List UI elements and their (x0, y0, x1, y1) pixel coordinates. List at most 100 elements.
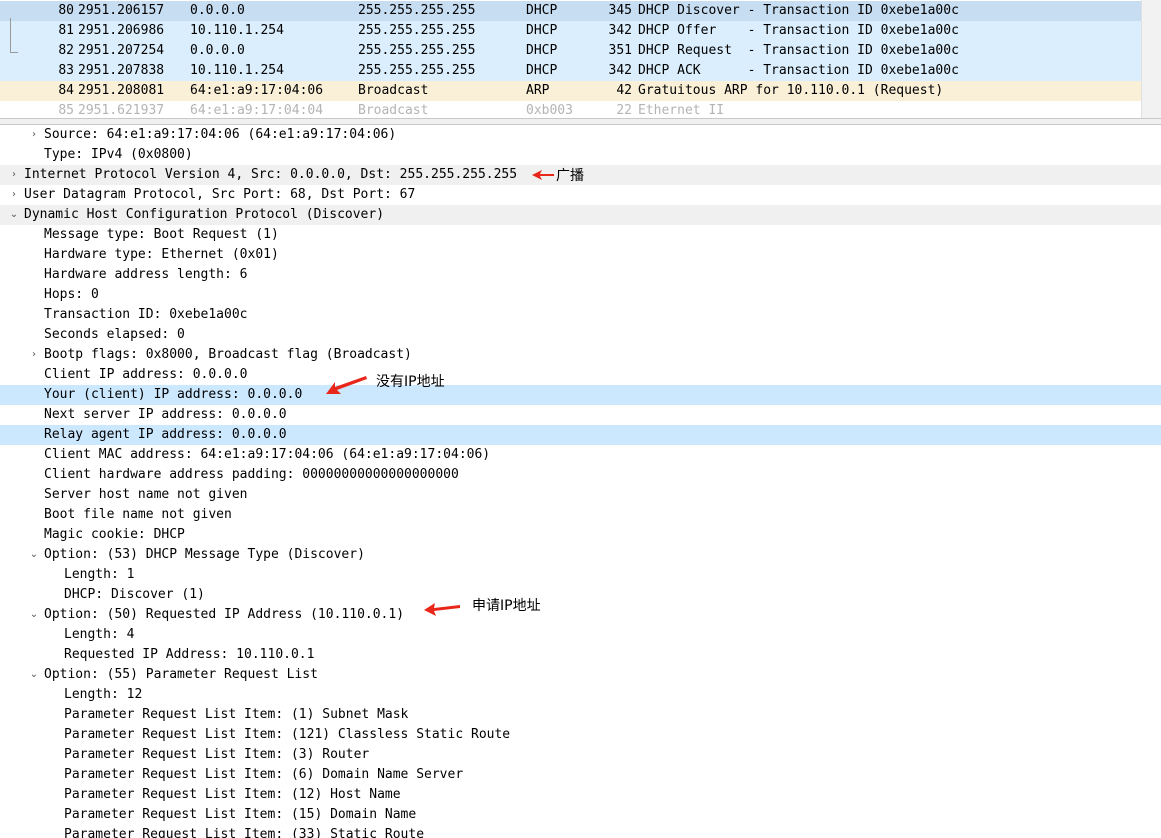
packet-list-scrollbar[interactable] (1141, 0, 1161, 118)
tree-row[interactable]: Parameter Request List Item: (33) Static… (0, 825, 1161, 838)
packet-row[interactable]: 82 2951.207254 0.0.0.0 255.255.255.255 DHCP 3… (0, 41, 1141, 61)
tree-row-text: Option: (53) DHCP Message Type (Discover… (44, 547, 365, 562)
tree-row[interactable]: Length: 4 (0, 625, 1161, 645)
annotation-arrow-request-ip-icon (424, 603, 460, 616)
tree-row[interactable]: Next server IP address: 0.0.0.0 (0, 405, 1161, 425)
tree-row[interactable]: Parameter Request List Item: (15) Domain… (0, 805, 1161, 825)
packet-cell-time: 2951.206157 (78, 3, 165, 18)
tree-row[interactable]: Requested IP Address: 10.110.0.1 (0, 645, 1161, 665)
tree-row[interactable]: Message type: Boot Request (1) (0, 225, 1161, 245)
packet-details-tree[interactable]: › Source: 64:e1:a9:17:04:06 (64:e1:a9:17:… (0, 125, 1161, 838)
collapse-arrow-icon[interactable]: ⌄ (28, 665, 40, 685)
packet-cell-len: 342 (608, 63, 632, 78)
tree-row-text: Relay agent IP address: 0.0.0.0 (44, 427, 287, 442)
tree-row[interactable]: Parameter Request List Item: (121) Class… (0, 725, 1161, 745)
tree-row-text: Internet Protocol Version 4, Src: 0.0.0.… (24, 167, 518, 182)
expand-arrow-icon[interactable]: › (28, 125, 40, 145)
tree-row[interactable]: Transaction ID: 0xebe1a00c (0, 305, 1161, 325)
packet-cell-info: DHCP Request - Transaction ID 0xebe1a00c (638, 43, 959, 58)
expand-arrow-icon[interactable]: › (8, 185, 20, 205)
tree-row[interactable]: Hardware type: Ethernet (0x01) (0, 245, 1161, 265)
tree-row[interactable]: Parameter Request List Item: (3) Router (0, 745, 1161, 765)
tree-row-text: Parameter Request List Item: (15) Domain… (64, 807, 417, 822)
packet-cell-src: 10.110.1.254 (190, 23, 284, 38)
packet-row[interactable]: 81 2951.206986 10.110.1.254 255.255.255.255… (0, 21, 1141, 41)
packet-cell-proto: DHCP (526, 63, 558, 78)
tree-row[interactable]: Magic cookie: DHCP (0, 525, 1161, 545)
tree-row[interactable]: Parameter Request List Item: (6) Domain … (0, 765, 1161, 785)
packet-row[interactable]: 84 2951.208081 64:e1:a9:17:04:06 Broadcast A… (0, 81, 1141, 101)
tree-row[interactable]: › User Datagram Protocol, Src Port: 68, D… (0, 185, 1161, 205)
tree-row[interactable]: Boot file name not given (0, 505, 1161, 525)
tree-row[interactable]: Hops: 0 (0, 285, 1161, 305)
tree-row[interactable]: ⌄ Option: (50) Requested IP Address (10.1… (0, 605, 1161, 625)
tree-row-text: Message type: Boot Request (1) (44, 227, 279, 242)
packet-row[interactable]: 85 2951.621937 64:e1:a9:17:04:04 Broadcast 0… (0, 101, 1141, 118)
packet-cell-time: 2951.207838 (78, 63, 165, 78)
tree-row[interactable]: Relay agent IP address: 0.0.0.0 (0, 425, 1161, 445)
tree-row-text: Client MAC address: 64:e1:a9:17:04:06 (6… (44, 447, 491, 462)
packet-cell-no: 84 (58, 83, 74, 98)
tree-row[interactable]: Client MAC address: 64:e1:a9:17:04:06 (6… (0, 445, 1161, 465)
packet-cell-info: DHCP Discover - Transaction ID 0xebe1a00… (638, 3, 959, 18)
expand-arrow-icon[interactable]: › (8, 165, 20, 185)
tree-row[interactable]: › Bootp flags: 0x8000, Broadcast flag (Br… (0, 345, 1161, 365)
packet-cell-len: 342 (608, 23, 632, 38)
packet-cell-len: 42 (616, 83, 632, 98)
packet-row[interactable]: 83 2951.207838 10.110.1.254 255.255.255.255… (0, 61, 1141, 81)
tree-row[interactable]: Seconds elapsed: 0 (0, 325, 1161, 345)
tree-row[interactable]: Parameter Request List Item: (12) Host N… (0, 785, 1161, 805)
packet-cell-dst: 255.255.255.255 (358, 63, 476, 78)
packet-list[interactable]: 80 2951.206157 0.0.0.0 255.255.255.255 DHCP 3… (0, 0, 1141, 118)
packet-cell-no: 81 (58, 23, 74, 38)
tree-row[interactable]: Parameter Request List Item: (1) Subnet … (0, 705, 1161, 725)
tree-row-text: Boot file name not given (44, 507, 232, 522)
packet-cell-proto: 0xb003 (526, 103, 573, 118)
tree-row-text: Source: 64:e1:a9:17:04:06 (64:e1:a9:17:0… (44, 127, 397, 142)
packet-cell-no: 80 (58, 3, 74, 18)
tree-row-text: Client IP address: 0.0.0.0 (44, 367, 248, 382)
packet-cell-dst: Broadcast (358, 103, 429, 118)
tree-row-text: Parameter Request List Item: (33) Static… (64, 827, 425, 838)
collapse-arrow-icon[interactable]: ⌄ (8, 205, 20, 225)
packet-cell-len: 345 (608, 3, 632, 18)
tree-row-text: Hardware type: Ethernet (0x01) (44, 247, 279, 262)
tree-row-text: Type: IPv4 (0x0800) (44, 147, 193, 162)
packet-cell-dst: 255.255.255.255 (358, 23, 476, 38)
tree-row[interactable]: Your (client) IP address: 0.0.0.0 (0, 385, 1161, 405)
tree-row-text: Your (client) IP address: 0.0.0.0 (44, 387, 303, 402)
tree-row[interactable]: Client hardware address padding: 0000000… (0, 465, 1161, 485)
tree-row[interactable]: Length: 1 (0, 565, 1161, 585)
packet-cell-src: 10.110.1.254 (190, 63, 284, 78)
tree-row-text: Client hardware address padding: 0000000… (44, 467, 459, 482)
tree-row-text: Dynamic Host Configuration Protocol (Dis… (24, 207, 385, 222)
pane-splitter[interactable] (0, 118, 1161, 125)
tree-row[interactable]: › Source: 64:e1:a9:17:04:06 (64:e1:a9:17:… (0, 125, 1161, 145)
collapse-arrow-icon[interactable]: ⌄ (28, 605, 40, 625)
expand-arrow-icon[interactable]: › (28, 345, 40, 365)
tree-row-text: Parameter Request List Item: (121) Class… (64, 727, 511, 742)
tree-row-text: Hops: 0 (44, 287, 99, 302)
packet-cell-proto: ARP (526, 83, 550, 98)
tree-row-text: User Datagram Protocol, Src Port: 68, Ds… (24, 187, 416, 202)
tree-row[interactable]: ⌄ Option: (53) DHCP Message Type (Discove… (0, 545, 1161, 565)
packet-cell-src: 0.0.0.0 (190, 3, 245, 18)
tree-row-text: Length: 1 (64, 567, 135, 582)
tree-row[interactable]: DHCP: Discover (1) (0, 585, 1161, 605)
tree-row[interactable]: Server host name not given (0, 485, 1161, 505)
packet-cell-time: 2951.621937 (78, 103, 165, 118)
collapse-arrow-icon[interactable]: ⌄ (28, 545, 40, 565)
packet-cell-dst: 255.255.255.255 (358, 43, 476, 58)
tree-row[interactable]: ⌄ Option: (55) Parameter Request List (0, 665, 1161, 685)
tree-row[interactable]: Client IP address: 0.0.0.0 (0, 365, 1161, 385)
tree-row[interactable]: Length: 12 (0, 685, 1161, 705)
tree-row-text: Parameter Request List Item: (12) Host N… (64, 787, 401, 802)
packet-cell-time: 2951.208081 (78, 83, 165, 98)
packet-cell-no: 85 (58, 103, 74, 118)
tree-row[interactable]: ⌄ Dynamic Host Configuration Protocol (Di… (0, 205, 1161, 225)
packet-cell-len: 351 (608, 43, 632, 58)
tree-row[interactable]: Type: IPv4 (0x0800) (0, 145, 1161, 165)
packet-row[interactable]: 80 2951.206157 0.0.0.0 255.255.255.255 DHCP 3… (0, 1, 1141, 21)
tree-row[interactable]: Hardware address length: 6 (0, 265, 1161, 285)
annotation-broadcast: 广播 (556, 168, 584, 184)
